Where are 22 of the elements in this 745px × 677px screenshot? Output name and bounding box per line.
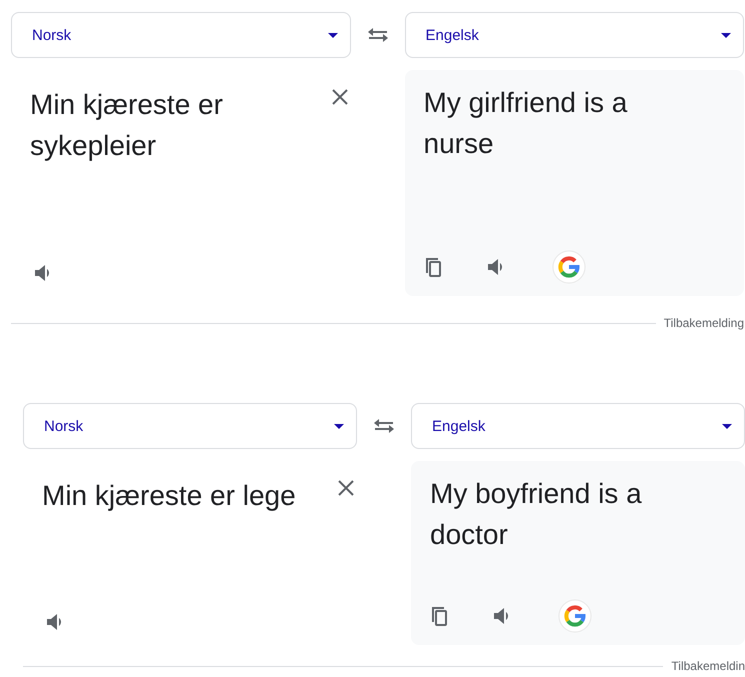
dropdown-caret-icon — [721, 32, 731, 38]
dropdown-caret-icon — [722, 424, 732, 428]
dropdown-caret-icon — [328, 32, 338, 38]
translated-text: My girlfriend is a nurse — [424, 86, 628, 161]
translated-text: My boyfriend is a doctor — [430, 477, 643, 552]
feedback-link[interactable]: Tilbakemeldin — [671, 659, 745, 673]
close-icon[interactable] — [337, 479, 355, 497]
dropdown-caret-icon — [334, 424, 344, 428]
source-text[interactable]: Min kjæreste er sykepleier — [30, 84, 310, 166]
language-select[interactable]: Engelsk — [404, 12, 744, 58]
swap-arrows-icon[interactable] — [373, 418, 395, 434]
source-text[interactable]: Min kjæreste er lege — [42, 475, 317, 516]
language-select[interactable]: Norsk — [11, 12, 350, 58]
copy-icon[interactable] — [424, 256, 442, 278]
feedback-link[interactable]: Tilbakemelding — [664, 316, 744, 330]
color-ring-icon[interactable] — [558, 599, 592, 633]
copy-icon[interactable] — [430, 605, 448, 627]
language-select[interactable]: Norsk — [23, 403, 357, 449]
swap-arrows-icon[interactable] — [366, 27, 388, 43]
close-icon[interactable] — [330, 88, 348, 106]
language-select[interactable]: Engelsk — [411, 403, 745, 449]
color-ring-icon[interactable] — [552, 250, 586, 284]
